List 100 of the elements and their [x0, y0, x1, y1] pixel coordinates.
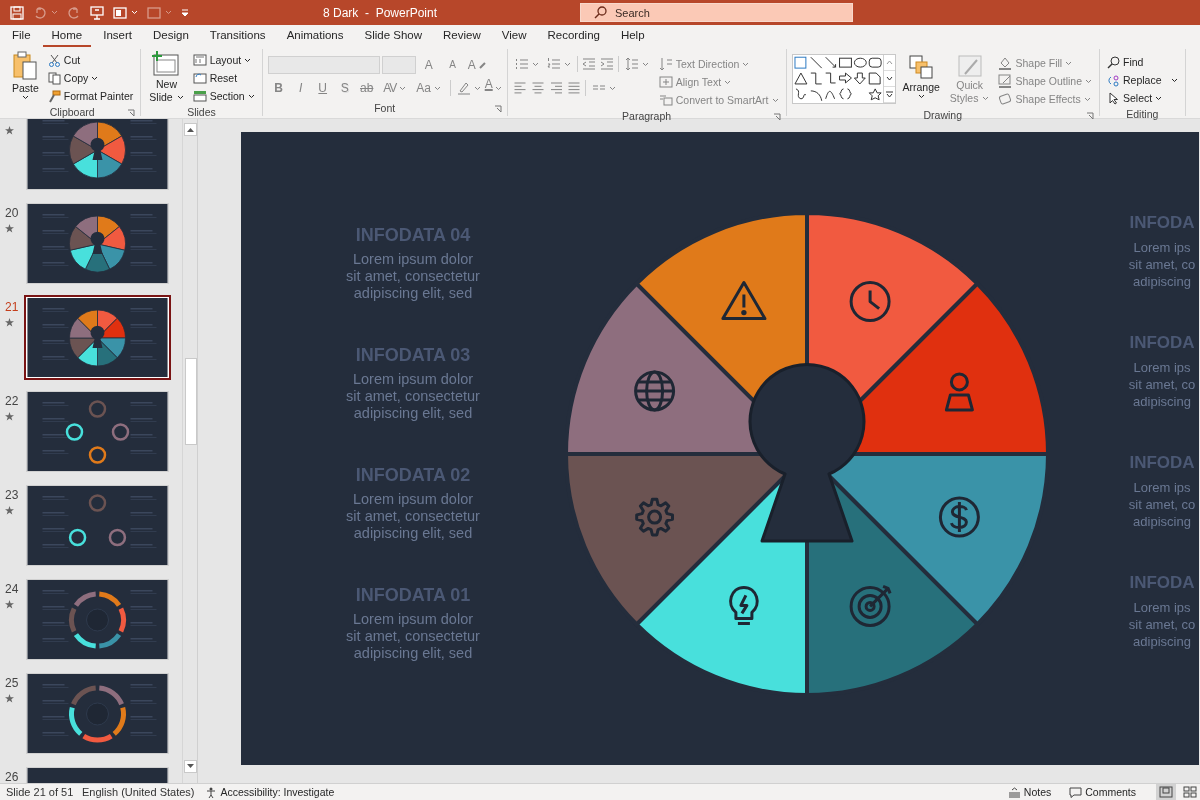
accessibility-icon: [204, 785, 218, 799]
ribbon-tab[interactable]: Transitions: [200, 26, 275, 47]
slide-thumbnail[interactable]: [27, 486, 168, 565]
infodata-title: INFODATA 02: [354, 464, 472, 486]
ribbon-tab[interactable]: File: [3, 26, 40, 47]
paste-button[interactable]: Paste: [9, 51, 42, 105]
keyhole-shape: [90, 325, 105, 348]
dialog-launcher-icon[interactable]: [1086, 112, 1094, 120]
normal-view-button[interactable]: [1156, 784, 1176, 800]
text-lines-drawing: [130, 496, 157, 548]
shape-effects-icon: [998, 92, 1013, 106]
slide-number: 20: [5, 205, 20, 222]
section-icon: [192, 90, 207, 102]
caret-icon[interactable]: [917, 94, 925, 100]
caret-icon[interactable]: [247, 93, 255, 99]
text-lines-drawing: [42, 214, 69, 266]
slide-thumbnail[interactable]: [27, 768, 168, 783]
infodata-text: Lorem ips sit amet, co adipiscing: [1128, 239, 1196, 290]
infodata-text: Lorem ips sit amet, co adipiscing: [1128, 359, 1196, 410]
layout-icon[interactable]: [113, 5, 127, 20]
text-lines-drawing: [130, 308, 157, 360]
copy-button[interactable]: Copy: [45, 69, 136, 87]
text-lines-drawing: [130, 684, 157, 736]
caret-icon[interactable]: [21, 95, 29, 101]
pencil-icon: [998, 74, 1013, 88]
find-button[interactable]: Find: [1105, 53, 1180, 71]
group-label: Paragraph: [622, 108, 672, 124]
accessibility-button[interactable]: Accessibility: Investigate: [202, 784, 337, 800]
ribbon-tab[interactable]: Recording: [538, 26, 609, 47]
quick-styles-icon: [956, 54, 983, 78]
dialog-launcher-icon[interactable]: [127, 109, 136, 117]
ribbon-tab[interactable]: Slide Show: [355, 26, 432, 47]
language-status[interactable]: English (United States): [82, 783, 195, 800]
text-lines-drawing: [130, 214, 157, 266]
text-lines-drawing: [42, 496, 69, 548]
text-lines-drawing: [42, 120, 69, 172]
scroll-up-icon[interactable]: [885, 60, 893, 65]
infodata-title: INFODATA 01: [354, 584, 472, 606]
keyhole-shape: [90, 231, 105, 254]
group-label: Slides: [187, 104, 216, 120]
lightbulb-icon: [729, 585, 759, 625]
group-label: Drawing: [923, 107, 962, 123]
search-icon: [1107, 55, 1120, 69]
grid-icon: [1183, 786, 1197, 798]
ribbon-tab[interactable]: Review: [434, 26, 490, 47]
slide-sorter-button[interactable]: [1180, 784, 1200, 800]
scrollbar-thumb[interactable]: [185, 358, 197, 445]
caret-icon[interactable]: [176, 94, 184, 100]
ribbon-tab[interactable]: Help: [611, 26, 654, 47]
caret-icon[interactable]: [1155, 95, 1163, 101]
infodata-title: INFODA: [1128, 452, 1196, 474]
ribbon-tab[interactable]: Home: [42, 26, 92, 47]
text-lines-drawing: [42, 308, 69, 360]
infodata-text: Lorem ips sit amet, co adipiscing: [1128, 479, 1196, 530]
caret-icon[interactable]: [244, 57, 252, 63]
target-icon: [849, 584, 892, 627]
slide-number: 24: [5, 581, 20, 598]
slide-number: 26: [5, 769, 20, 783]
group-label: Clipboard: [49, 104, 95, 120]
ribbon-tab[interactable]: Animations: [277, 26, 353, 47]
infodata-text: Lorem ipsum dolor sit amet, consectetur adipiscing elit, sed: [346, 611, 480, 662]
paintbrush-icon: [47, 89, 61, 103]
text-lines-drawing: [42, 684, 69, 736]
slide-counter: Slide 21 of 51: [6, 784, 75, 800]
new-slide-icon: [151, 51, 182, 77]
reset-button[interactable]: Reset: [190, 69, 257, 87]
reset-icon: [192, 72, 207, 84]
cut-button[interactable]: Cut: [45, 51, 136, 69]
infodata-title: INFODATA 03: [354, 344, 472, 366]
ribbon-tab[interactable]: View: [492, 26, 536, 47]
presentation-icon[interactable]: [90, 5, 104, 20]
comments-button[interactable]: Comments: [1067, 783, 1138, 800]
replace-button[interactable]: Replace: [1105, 71, 1180, 89]
search-field[interactable]: Search: [580, 3, 853, 22]
clipboard-icon: [12, 51, 39, 81]
keyhole-shape: [90, 137, 105, 160]
gear-icon: [635, 497, 674, 537]
layout-button[interactable]: Layout: [190, 51, 257, 69]
text-lines-drawing: [130, 590, 157, 642]
select-button[interactable]: Select: [1105, 89, 1180, 107]
format-painter-button[interactable]: Format Painter: [45, 87, 136, 105]
notes-button[interactable]: Notes: [1005, 783, 1054, 800]
more-icon[interactable]: [885, 91, 893, 98]
scroll-down-button[interactable]: [184, 760, 197, 773]
save-icon[interactable]: [10, 5, 24, 20]
arrange-button[interactable]: Arrange: [899, 54, 943, 108]
ribbon-tab[interactable]: Insert: [94, 26, 141, 47]
section-button[interactable]: Section: [190, 87, 257, 105]
scroll-up-button[interactable]: [184, 123, 197, 136]
caret-icon[interactable]: [91, 75, 99, 81]
customize-dropdown-icon[interactable]: [181, 9, 189, 18]
highlighter-icon: [456, 81, 471, 95]
text-lines-drawing: [130, 120, 157, 172]
shapes-gallery[interactable]: [792, 55, 883, 103]
caret-icon[interactable]: [1170, 77, 1178, 83]
scroll-down-icon[interactable]: [885, 76, 893, 81]
search-icon: [594, 6, 607, 19]
new-slide-button[interactable]: New Slide: [146, 51, 187, 105]
paint-bucket-icon: [998, 56, 1013, 70]
ribbon-tab[interactable]: Design: [144, 26, 198, 47]
